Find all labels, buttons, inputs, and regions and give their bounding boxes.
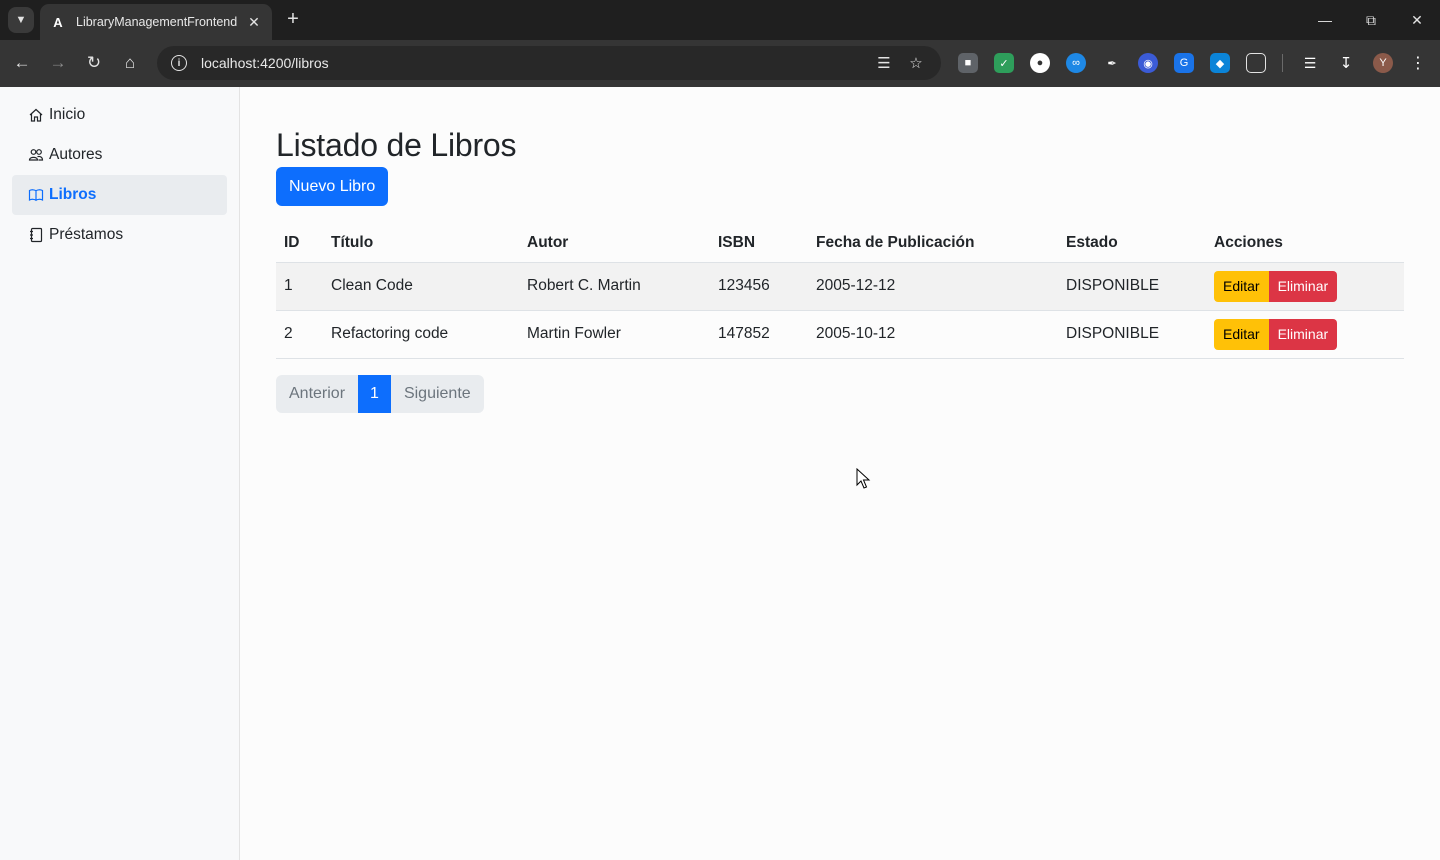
column-header-acciones: Acciones (1206, 224, 1404, 263)
sidebar: Inicio Autores Libros Préstamos (0, 87, 240, 860)
cell-titulo: Refactoring code (323, 310, 519, 359)
pagination-page-current[interactable]: 1 (358, 374, 391, 413)
cell-acciones: Editar Eliminar (1206, 310, 1404, 359)
extension-shield-icon[interactable]: ✓ (994, 53, 1014, 73)
angular-icon: A (53, 14, 63, 30)
extension-edge-icon[interactable]: ◆ (1210, 53, 1230, 73)
sidebar-item-label: Libros (49, 186, 97, 203)
browser-toolbar: ← → ↻ ⌂ i localhost:4200/libros ☰ ☆ ■ ✓ … (0, 40, 1440, 87)
journal-icon (30, 227, 43, 243)
people-icon (28, 149, 44, 161)
extension-swirl-icon[interactable]: ∞ (1066, 53, 1086, 73)
column-header-estado: Estado (1058, 224, 1206, 263)
books-table: ID Título Autor ISBN Fecha de Publicació… (276, 224, 1404, 359)
translate-icon[interactable]: ☰ (873, 54, 895, 72)
close-icon[interactable]: ✕ (246, 14, 262, 31)
cell-isbn: 147852 (710, 310, 808, 359)
sidebar-item-label: Inicio (49, 106, 86, 123)
delete-button[interactable]: Eliminar (1268, 270, 1338, 302)
download-icon[interactable]: ↧ (1336, 53, 1356, 73)
browser-tab[interactable]: A LibraryManagementFrontend ✕ (40, 4, 272, 40)
forward-arrow-icon[interactable]: → (45, 50, 71, 76)
url-text[interactable]: localhost:4200/libros (201, 55, 863, 71)
main-content: Listado de Libros Nuevo Libro ID Título … (276, 87, 1404, 413)
cell-fecha: 2005-10-12 (808, 310, 1058, 359)
column-header-id: ID (276, 224, 323, 263)
page-title: Listado de Libros (276, 127, 517, 163)
bookmark-star-icon[interactable]: ☆ (905, 54, 927, 72)
cell-titulo: Clean Code (323, 262, 519, 311)
toolbar-divider (1282, 54, 1283, 72)
browser-tab-bar: ▼ A LibraryManagementFrontend ✕ + — ⧉ ✕ (0, 0, 1440, 40)
cell-estado: DISPONIBLE (1058, 310, 1206, 359)
cell-id: 1 (276, 262, 323, 311)
menu-kebab-icon[interactable]: ⋮ (1408, 53, 1428, 73)
column-header-fecha: Fecha de Publicación (808, 224, 1058, 263)
reading-list-icon[interactable]: ☰ (1300, 53, 1320, 73)
cell-fecha: 2005-12-12 (808, 262, 1058, 311)
cell-id: 2 (276, 310, 323, 359)
pagination-next[interactable]: Siguiente (390, 374, 484, 413)
extension-globe-icon[interactable]: ◉ (1138, 53, 1158, 73)
sidebar-item-inicio[interactable]: Inicio (12, 95, 227, 135)
profile-avatar[interactable]: Y (1373, 53, 1393, 73)
extensions-puzzle-icon[interactable] (1246, 53, 1266, 73)
table-row: 1 Clean Code Robert C. Martin 123456 200… (276, 262, 1404, 311)
column-header-autor: Autor (519, 224, 710, 263)
column-header-isbn: ISBN (710, 224, 808, 263)
pagination: Anterior 1 Siguiente (276, 374, 484, 413)
house-icon (29, 108, 43, 122)
cell-isbn: 123456 (710, 262, 808, 311)
sidebar-item-libros[interactable]: Libros (12, 175, 227, 215)
extension-cube-icon[interactable]: ■ (958, 53, 978, 73)
cell-estado: DISPONIBLE (1058, 262, 1206, 311)
home-icon[interactable]: ⌂ (117, 50, 143, 76)
new-tab-button[interactable]: + (282, 8, 304, 30)
reload-icon[interactable]: ↻ (81, 50, 107, 76)
book-icon (28, 189, 44, 202)
table-row: 2 Refactoring code Martin Fowler 147852 … (276, 310, 1404, 359)
cell-acciones: Editar Eliminar (1206, 262, 1404, 311)
extension-pen-icon[interactable]: ✒ (1102, 53, 1122, 73)
cell-autor: Martin Fowler (519, 310, 710, 359)
column-header-titulo: Título (323, 224, 519, 263)
chevron-down-icon: ▼ (15, 14, 27, 26)
pagination-previous[interactable]: Anterior (276, 374, 359, 413)
tab-title: LibraryManagementFrontend (76, 15, 238, 29)
delete-button[interactable]: Eliminar (1268, 318, 1338, 350)
address-bar[interactable]: i localhost:4200/libros ☰ ☆ (157, 46, 941, 80)
sidebar-item-label: Préstamos (49, 226, 124, 243)
sidebar-item-autores[interactable]: Autores (12, 135, 227, 175)
mouse-cursor-icon (856, 468, 871, 489)
edit-button[interactable]: Editar (1214, 318, 1269, 350)
cell-autor: Robert C. Martin (519, 262, 710, 311)
new-book-button[interactable]: Nuevo Libro (276, 167, 389, 206)
edit-button[interactable]: Editar (1214, 270, 1269, 302)
tab-search-button[interactable]: ▼ (8, 7, 34, 33)
minimize-icon[interactable]: — (1313, 8, 1337, 32)
table-header-row: ID Título Autor ISBN Fecha de Publicació… (276, 224, 1404, 263)
restore-icon[interactable]: ⧉ (1359, 8, 1383, 32)
sidebar-item-prestamos[interactable]: Préstamos (12, 215, 227, 255)
extension-translate-icon[interactable]: G (1174, 53, 1194, 73)
window-close-icon[interactable]: ✕ (1405, 8, 1429, 32)
back-arrow-icon[interactable]: ← (9, 50, 35, 76)
extension-circle-icon[interactable]: ● (1030, 53, 1050, 73)
sidebar-item-label: Autores (49, 146, 103, 163)
site-info-icon[interactable]: i (171, 55, 187, 71)
